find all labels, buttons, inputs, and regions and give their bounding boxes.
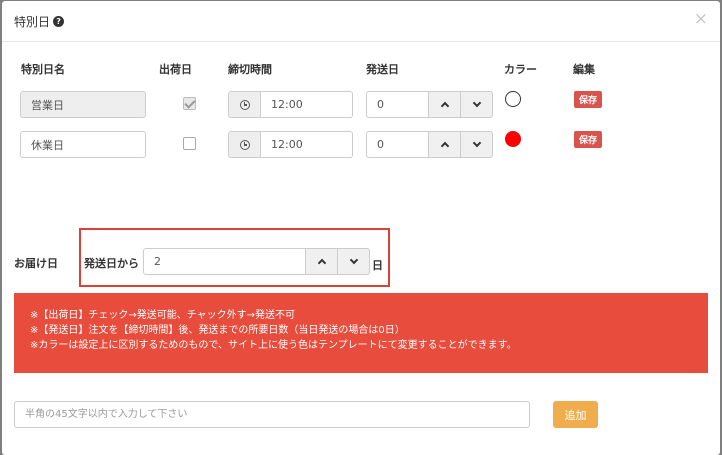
special-days-modal: 特別日 ? × 特別日名 出荷日 締切時間 発送日 カラー 編集 営業日 12:… <box>2 1 720 455</box>
row1-send-stepper: 0 <box>366 91 493 118</box>
chevron-up-icon[interactable] <box>306 248 338 275</box>
delivery-label: お届け日 <box>14 257 58 270</box>
row1-cutoff-input[interactable]: 12:00 <box>260 91 353 118</box>
add-button[interactable]: 追加 <box>553 401 598 428</box>
new-special-day-input[interactable] <box>14 401 530 428</box>
delivery-from-label: 発送日から <box>84 257 139 270</box>
row1-color-swatch[interactable] <box>505 91 521 107</box>
chevron-down-icon[interactable] <box>461 131 493 158</box>
row2-color-swatch[interactable] <box>505 131 521 147</box>
notice-line: ※【発送日】注文を【締切時間】後、発送までの所要日数（当日発送の場合は0日） <box>30 325 405 336</box>
modal-title-text: 特別日 <box>14 15 51 29</box>
modal-header: 特別日 ? × <box>2 1 720 42</box>
row1-ship-checkbox[interactable] <box>183 97 196 110</box>
header-color: カラー <box>504 63 537 76</box>
row2-send-input[interactable]: 0 <box>366 131 429 158</box>
header-edit: 編集 <box>573 63 595 76</box>
question-circle-icon[interactable]: ? <box>53 16 65 27</box>
clock-icon <box>228 131 260 158</box>
modal-title: 特別日 ? <box>14 13 65 30</box>
header-cutoff-time: 締切時間 <box>228 63 272 76</box>
notice-line: ※【出荷日】チェック→発送可能、チャック外す→発送不可 <box>30 310 296 321</box>
row2-name-input[interactable]: 休業日 <box>20 131 146 158</box>
row1-send-input[interactable]: 0 <box>366 91 429 118</box>
row2-save-button[interactable]: 保存 <box>574 131 603 148</box>
header-ship-day: 出荷日 <box>159 63 192 76</box>
header-send-day: 発送日 <box>366 63 399 76</box>
delivery-suffix: 日 <box>372 259 383 272</box>
row2-send-stepper: 0 <box>366 131 493 158</box>
row1-name-input[interactable]: 営業日 <box>20 91 146 118</box>
delivery-days-input[interactable]: 2 <box>143 248 306 275</box>
row2-cutoff-input[interactable]: 12:00 <box>260 131 353 158</box>
row1-cutoff-group: 12:00 <box>228 91 353 118</box>
chevron-down-icon[interactable] <box>338 248 370 275</box>
chevron-down-icon[interactable] <box>461 91 493 118</box>
clock-icon <box>228 91 260 118</box>
row1-save-button[interactable]: 保存 <box>574 91 603 108</box>
row2-ship-checkbox[interactable] <box>183 137 196 150</box>
row2-cutoff-group: 12:00 <box>228 131 353 158</box>
notice-alert: ※【出荷日】チェック→発送可能、チャック外す→発送不可 ※【発送日】注文を【締切… <box>14 293 708 373</box>
delivery-stepper: 2 <box>143 248 370 275</box>
chevron-up-icon[interactable] <box>429 131 461 158</box>
chevron-up-icon[interactable] <box>429 91 461 118</box>
header-name: 特別日名 <box>21 63 65 76</box>
close-icon[interactable]: × <box>694 11 708 28</box>
notice-line: ※カラーは設定上に区別するためのもので、サイト上に使う色はテンプレートにて変更す… <box>30 340 517 351</box>
